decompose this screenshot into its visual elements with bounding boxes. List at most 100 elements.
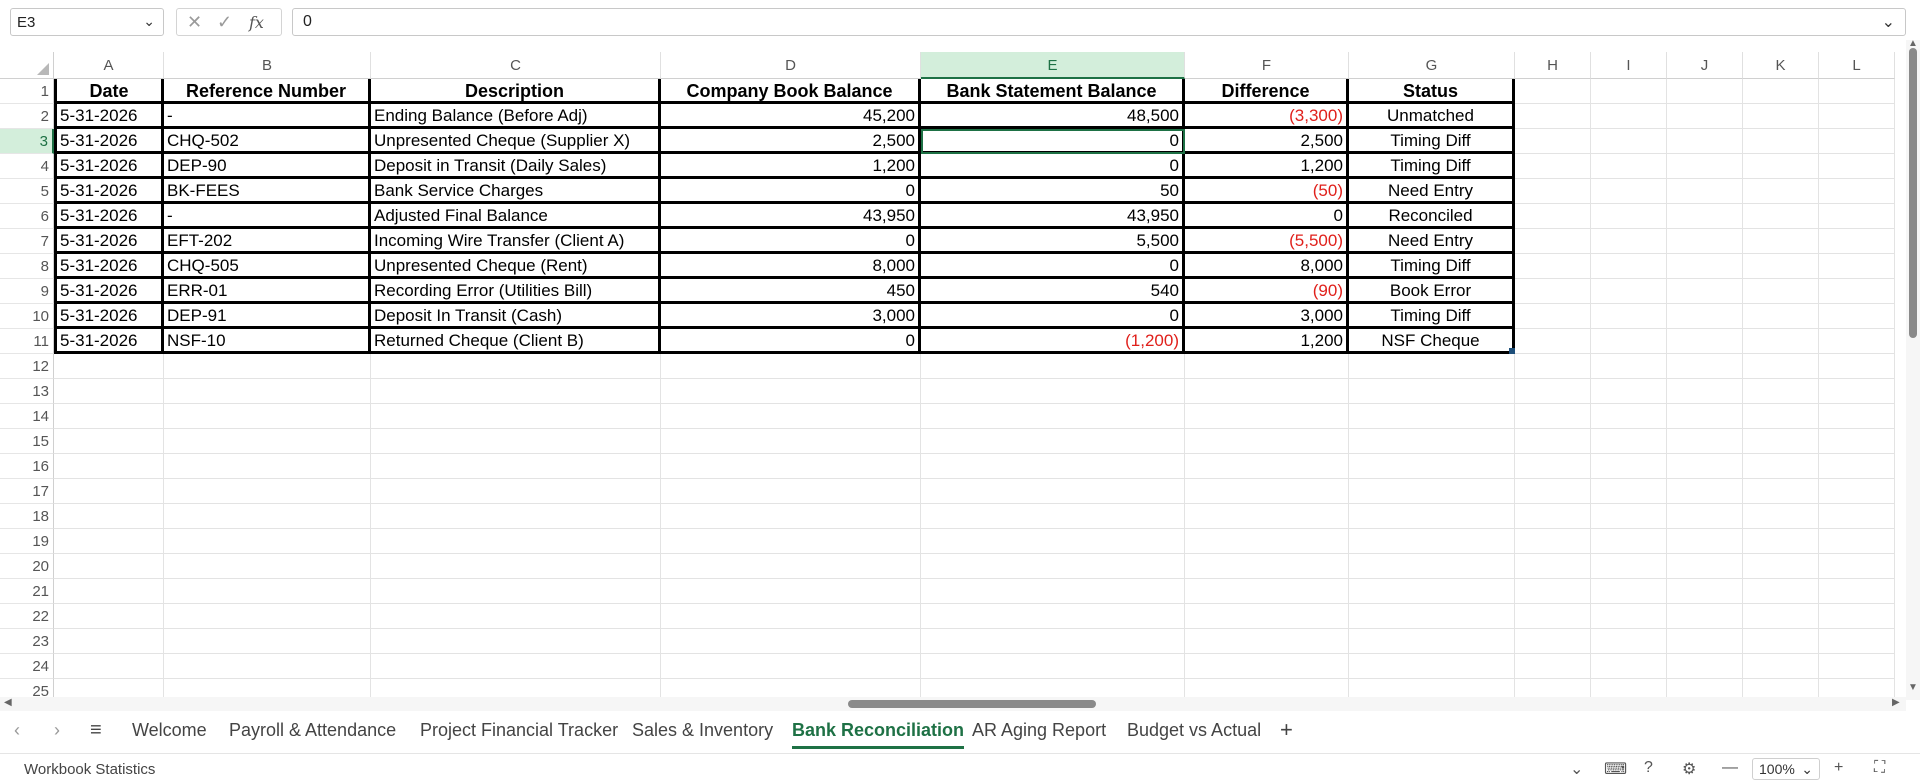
cell-f14[interactable]: [1185, 404, 1349, 429]
cell-b11[interactable]: NSF-10: [164, 329, 371, 354]
cell-j25[interactable]: [1667, 679, 1743, 697]
cell-j23[interactable]: [1667, 629, 1743, 654]
name-box[interactable]: E3 ⌄: [10, 8, 164, 36]
cell-d22[interactable]: [661, 604, 921, 629]
cell-c23[interactable]: [371, 629, 661, 654]
cell-j24[interactable]: [1667, 654, 1743, 679]
cell-l4[interactable]: [1819, 154, 1895, 179]
cell-e15[interactable]: [921, 429, 1185, 454]
cell-h16[interactable]: [1515, 454, 1591, 479]
vertical-scroll-thumb[interactable]: [1909, 48, 1917, 338]
cell-i10[interactable]: [1591, 304, 1667, 329]
cell-a24[interactable]: [54, 654, 164, 679]
cell-k2[interactable]: [1743, 104, 1819, 129]
cell-b21[interactable]: [164, 579, 371, 604]
cell-e25[interactable]: [921, 679, 1185, 697]
chevron-down-icon[interactable]: ⌄: [143, 13, 155, 30]
cell-g21[interactable]: [1349, 579, 1515, 604]
column-header-e[interactable]: E: [921, 52, 1185, 79]
cell-a19[interactable]: [54, 529, 164, 554]
cell-h19[interactable]: [1515, 529, 1591, 554]
column-header-h[interactable]: H: [1515, 52, 1591, 79]
cell-j17[interactable]: [1667, 479, 1743, 504]
vertical-scrollbar[interactable]: ▲ ▼: [1906, 38, 1920, 700]
cell-j20[interactable]: [1667, 554, 1743, 579]
cell-k5[interactable]: [1743, 179, 1819, 204]
column-header-j[interactable]: J: [1667, 52, 1743, 79]
cell-h9[interactable]: [1515, 279, 1591, 304]
cell-d9[interactable]: 450: [661, 279, 921, 304]
cell-f1[interactable]: Difference: [1185, 79, 1349, 104]
cell-h14[interactable]: [1515, 404, 1591, 429]
cell-a15[interactable]: [54, 429, 164, 454]
cell-c1[interactable]: Description: [371, 79, 661, 104]
cell-a21[interactable]: [54, 579, 164, 604]
cell-d5[interactable]: 0: [661, 179, 921, 204]
row-header-7[interactable]: 7: [0, 229, 54, 254]
cell-c4[interactable]: Deposit in Transit (Daily Sales): [371, 154, 661, 179]
cell-f10[interactable]: 3,000: [1185, 304, 1349, 329]
cell-j13[interactable]: [1667, 379, 1743, 404]
cell-j4[interactable]: [1667, 154, 1743, 179]
cell-l22[interactable]: [1819, 604, 1895, 629]
cell-i5[interactable]: [1591, 179, 1667, 204]
cell-h11[interactable]: [1515, 329, 1591, 354]
cell-c14[interactable]: [371, 404, 661, 429]
cell-a11[interactable]: 5-31-2026: [54, 329, 164, 354]
cell-d8[interactable]: 8,000: [661, 254, 921, 279]
cell-d11[interactable]: 0: [661, 329, 921, 354]
cell-a7[interactable]: 5-31-2026: [54, 229, 164, 254]
cell-h5[interactable]: [1515, 179, 1591, 204]
cell-j2[interactable]: [1667, 104, 1743, 129]
cell-g15[interactable]: [1349, 429, 1515, 454]
cell-b20[interactable]: [164, 554, 371, 579]
cell-c11[interactable]: Returned Cheque (Client B): [371, 329, 661, 354]
cell-b4[interactable]: DEP-90: [164, 154, 371, 179]
column-header-l[interactable]: L: [1819, 52, 1895, 79]
cell-k10[interactable]: [1743, 304, 1819, 329]
cell-l3[interactable]: [1819, 129, 1895, 154]
column-header-g[interactable]: G: [1349, 52, 1515, 79]
cell-a4[interactable]: 5-31-2026: [54, 154, 164, 179]
cell-c12[interactable]: [371, 354, 661, 379]
cell-e16[interactable]: [921, 454, 1185, 479]
cell-e6[interactable]: 43,950: [921, 204, 1185, 229]
cancel-icon[interactable]: ✕: [187, 12, 202, 33]
cell-k13[interactable]: [1743, 379, 1819, 404]
cell-g10[interactable]: Timing Diff: [1349, 304, 1515, 329]
cell-h22[interactable]: [1515, 604, 1591, 629]
cell-h20[interactable]: [1515, 554, 1591, 579]
cell-h3[interactable]: [1515, 129, 1591, 154]
row-header-16[interactable]: 16: [0, 454, 54, 479]
table-resize-handle[interactable]: [1509, 348, 1515, 354]
cell-d23[interactable]: [661, 629, 921, 654]
column-header-a[interactable]: A: [54, 52, 164, 79]
confirm-icon[interactable]: ✓: [217, 12, 232, 33]
cell-a22[interactable]: [54, 604, 164, 629]
cell-c10[interactable]: Deposit In Transit (Cash): [371, 304, 661, 329]
cell-g4[interactable]: Timing Diff: [1349, 154, 1515, 179]
cell-h2[interactable]: [1515, 104, 1591, 129]
cell-g11[interactable]: NSF Cheque: [1349, 329, 1515, 354]
cell-i19[interactable]: [1591, 529, 1667, 554]
scroll-left-icon[interactable]: ◀: [4, 697, 12, 708]
cell-l10[interactable]: [1819, 304, 1895, 329]
cell-l5[interactable]: [1819, 179, 1895, 204]
cell-f3[interactable]: 2,500: [1185, 129, 1349, 154]
cell-f6[interactable]: 0: [1185, 204, 1349, 229]
cell-h18[interactable]: [1515, 504, 1591, 529]
cell-f17[interactable]: [1185, 479, 1349, 504]
cell-f11[interactable]: 1,200: [1185, 329, 1349, 354]
cell-k1[interactable]: [1743, 79, 1819, 104]
row-header-5[interactable]: 5: [0, 179, 54, 204]
cell-g18[interactable]: [1349, 504, 1515, 529]
cell-i18[interactable]: [1591, 504, 1667, 529]
cell-g5[interactable]: Need Entry: [1349, 179, 1515, 204]
cell-i25[interactable]: [1591, 679, 1667, 697]
cell-c21[interactable]: [371, 579, 661, 604]
sheet-list-menu-icon[interactable]: ≡: [90, 719, 102, 742]
cell-e10[interactable]: 0: [921, 304, 1185, 329]
fullscreen-icon[interactable]: ⛶: [1874, 759, 1885, 777]
cell-i11[interactable]: [1591, 329, 1667, 354]
cell-e2[interactable]: 48,500: [921, 104, 1185, 129]
